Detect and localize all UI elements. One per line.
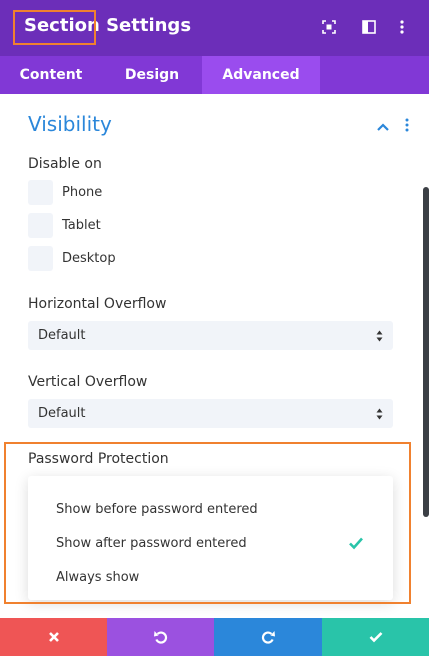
phone-label: Phone [62,185,103,200]
title-highlight-box [13,10,96,45]
disable-desktop-option[interactable]: Desktop [28,246,228,272]
redo-icon [261,631,275,644]
close-icon [48,632,59,642]
chevron-up-icon[interactable] [376,118,390,131]
check-icon [369,632,382,643]
redo-button[interactable] [214,618,322,656]
disable-on-label: Disable on [28,156,102,172]
horizontal-overflow-select[interactable]: Default [28,321,393,350]
discard-button[interactable] [0,618,107,656]
select-arrows-icon [376,328,383,342]
section-more-icon[interactable] [403,117,411,133]
split-view-icon[interactable] [360,18,378,36]
action-footer [0,618,429,656]
tab-advanced[interactable]: Advanced [202,56,320,94]
disable-phone-option[interactable]: Phone [28,180,228,206]
tablet-label: Tablet [62,218,101,233]
horizontal-overflow-label: Horizontal Overflow [28,296,167,312]
select-arrows-icon [376,406,383,420]
vertical-overflow-select[interactable]: Default [28,399,393,428]
tab-bar: Content Design Advanced [0,56,429,94]
vertical-overflow-value: Default [38,406,86,421]
password-protection-highlight-box [4,442,411,604]
horizontal-overflow-value: Default [38,328,86,343]
tablet-checkbox[interactable] [28,213,53,238]
vertical-overflow-label: Vertical Overflow [28,374,148,390]
undo-icon [153,631,167,644]
tab-design[interactable]: Design [102,56,202,94]
disable-tablet-option[interactable]: Tablet [28,213,228,239]
more-vertical-icon[interactable] [393,18,411,36]
undo-button[interactable] [107,618,214,656]
desktop-label: Desktop [62,251,116,266]
save-button[interactable] [322,618,429,656]
phone-checkbox[interactable] [28,180,53,205]
scrollbar-thumb[interactable] [423,187,429,517]
tab-content[interactable]: Content [0,56,102,94]
screenshot-icon[interactable] [320,18,338,36]
desktop-checkbox[interactable] [28,246,53,271]
scrollbar[interactable] [423,94,429,618]
section-title-visibility[interactable]: Visibility [28,112,112,136]
